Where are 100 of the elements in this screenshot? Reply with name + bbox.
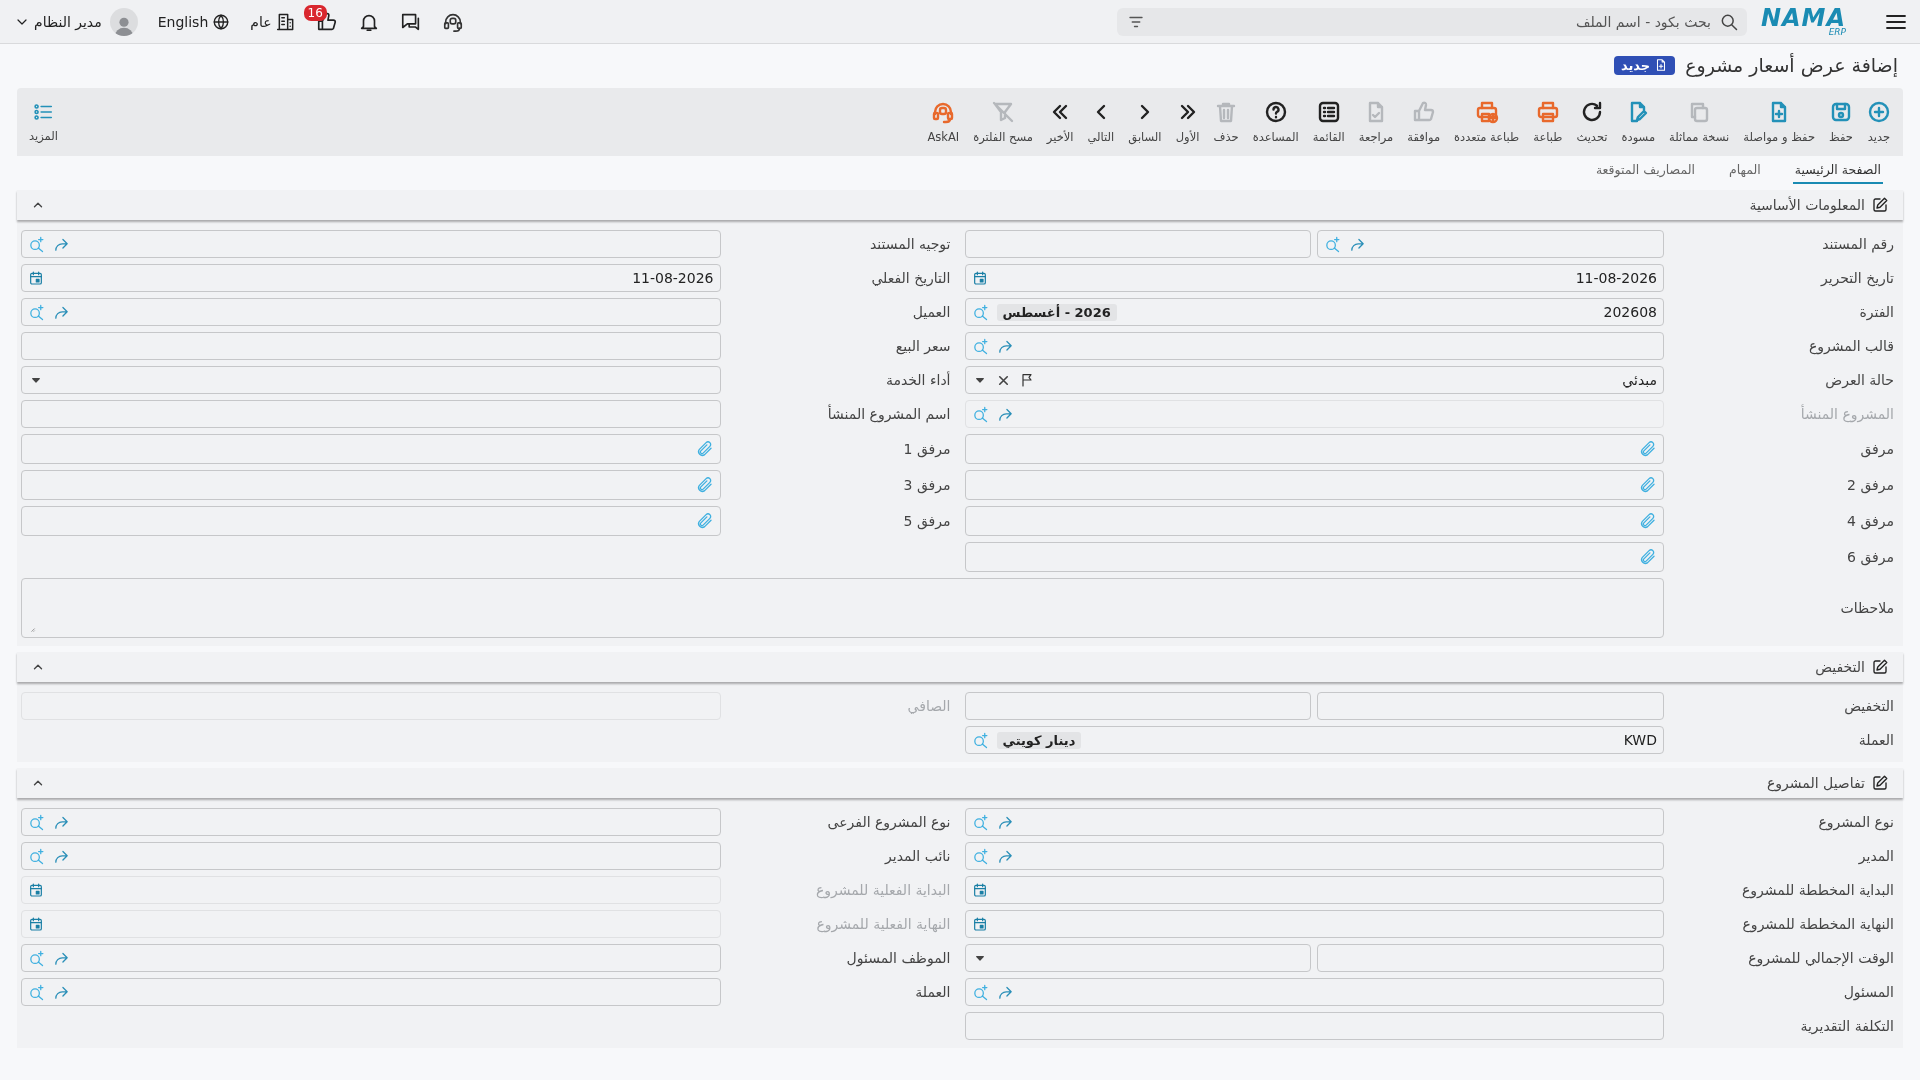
toolbar-button[interactable]: طباعة: [1527, 100, 1569, 144]
search-icon[interactable]: [28, 847, 45, 865]
calendar-icon[interactable]: [28, 270, 44, 286]
attachment-field[interactable]: [964, 506, 1664, 536]
lookup-field[interactable]: [21, 298, 721, 326]
search-icon[interactable]: [971, 731, 989, 749]
attachment-field[interactable]: [21, 470, 721, 500]
lookup-field[interactable]: [964, 808, 1664, 836]
input-field[interactable]: [21, 400, 721, 428]
date-field[interactable]: [21, 910, 721, 938]
input-field[interactable]: [1317, 692, 1664, 720]
paperclip-icon[interactable]: [1639, 548, 1657, 566]
calendar-icon[interactable]: [971, 916, 988, 932]
toolbar-button[interactable]: مسودة: [1615, 100, 1662, 144]
section-header[interactable]: التخفيض: [17, 652, 1903, 682]
search-icon[interactable]: [28, 949, 45, 967]
lookup-field[interactable]: [964, 332, 1664, 360]
toolbar-button[interactable]: التالي: [1081, 100, 1121, 144]
avatar[interactable]: [109, 7, 138, 36]
lookup-field[interactable]: [21, 230, 721, 258]
attachment-field[interactable]: [964, 470, 1664, 500]
attachment-field[interactable]: [21, 506, 721, 536]
tab[interactable]: المصاريف المتوقعة: [1593, 162, 1697, 184]
input-field[interactable]: [964, 692, 1312, 720]
calendar-icon[interactable]: [28, 882, 44, 898]
toolbar-button[interactable]: الأخير: [1040, 100, 1080, 144]
search-icon[interactable]: [28, 983, 45, 1001]
toolbar-button[interactable]: حفظ: [1823, 100, 1859, 144]
date-field[interactable]: 11-08-2026: [21, 264, 721, 292]
search-icon[interactable]: [28, 303, 45, 321]
notes-field[interactable]: [21, 578, 1664, 638]
dropdown-field[interactable]: [21, 366, 721, 394]
toolbar-button[interactable]: حفظ و مواصلة: [1737, 100, 1821, 144]
lookup-field[interactable]: [964, 400, 1664, 428]
input-field[interactable]: [964, 1012, 1664, 1040]
section-title: تفاصيل المشروع: [1767, 775, 1865, 791]
toolbar-button[interactable]: مسح الفلترة: [967, 100, 1039, 144]
toolbar-button[interactable]: المساعدة: [1246, 100, 1305, 144]
edit-icon: [1871, 658, 1889, 676]
paperclip-icon[interactable]: [695, 476, 714, 494]
input-field[interactable]: [1317, 944, 1664, 972]
search-icon[interactable]: [971, 813, 989, 831]
toolbar-button[interactable]: موافقة: [1401, 100, 1447, 144]
lookup-field[interactable]: [21, 944, 721, 972]
lookup-field[interactable]: [21, 978, 721, 1006]
tab[interactable]: المهام: [1726, 162, 1763, 184]
dropdown-field[interactable]: [964, 944, 1312, 972]
lookup-field[interactable]: [964, 978, 1664, 1006]
tab[interactable]: الصفحة الرئيسية: [1792, 162, 1883, 184]
search-icon[interactable]: [1324, 235, 1342, 253]
dropdown-field[interactable]: مبدئي: [964, 366, 1664, 394]
calendar-icon[interactable]: [971, 270, 988, 286]
date-field[interactable]: [964, 876, 1664, 904]
search-icon[interactable]: [971, 303, 989, 321]
field-label: مرفق 4: [1846, 513, 1895, 529]
lookup-field[interactable]: [21, 842, 721, 870]
paperclip-icon[interactable]: [1639, 512, 1657, 530]
language-button[interactable]: English: [157, 12, 231, 31]
toolbar-button[interactable]: طباعة متعددة: [1448, 100, 1526, 144]
toolbar-button[interactable]: الأول: [1169, 100, 1206, 144]
paperclip-icon[interactable]: [695, 440, 714, 458]
search-field[interactable]: بحث بكود - اسم الملف: [1116, 7, 1747, 36]
toolbar-button[interactable]: AskAI: [921, 100, 966, 144]
paperclip-icon[interactable]: [1639, 476, 1657, 494]
date-field[interactable]: [21, 876, 721, 904]
toolbar-button[interactable]: مراجعة: [1352, 100, 1400, 144]
search-icon[interactable]: [28, 235, 45, 253]
search-icon[interactable]: [28, 813, 45, 831]
date-field[interactable]: 11-08-2026: [964, 264, 1664, 292]
lookup-field[interactable]: [1317, 230, 1664, 258]
attachment-field[interactable]: [964, 542, 1664, 572]
toolbar-button[interactable]: حذف: [1207, 100, 1245, 144]
field-label: مرفق 5: [902, 513, 952, 529]
lookup-field[interactable]: [964, 842, 1664, 870]
paperclip-icon[interactable]: [1639, 440, 1657, 458]
calendar-icon[interactable]: [971, 882, 988, 898]
logo[interactable]: NAMA ERP: [1760, 6, 1846, 37]
search-icon[interactable]: [971, 337, 989, 355]
toolbar-button[interactable]: السابق: [1122, 100, 1168, 144]
attachment-field[interactable]: [964, 434, 1664, 464]
lookup-field[interactable]: [21, 808, 721, 836]
more-button[interactable]: المزيد: [23, 101, 64, 143]
section-header[interactable]: المعلومات الأساسية: [17, 190, 1903, 220]
input-field[interactable]: [21, 332, 721, 360]
page-title: إضافة عرض أسعار مشروع: [1685, 54, 1898, 76]
calendar-icon[interactable]: [28, 916, 44, 932]
paperclip-icon[interactable]: [695, 512, 714, 530]
toolbar-button[interactable]: تحديث: [1570, 100, 1614, 144]
toolbar-button[interactable]: القائمة: [1306, 100, 1351, 144]
toolbar-button[interactable]: جديد: [1861, 100, 1897, 144]
search-icon[interactable]: [971, 983, 989, 1001]
company-button[interactable]: عام: [250, 11, 296, 32]
input-field[interactable]: [964, 230, 1312, 258]
toolbar-button[interactable]: نسخة مماثلة: [1663, 100, 1736, 144]
search-icon[interactable]: [971, 847, 989, 865]
search-icon[interactable]: [971, 405, 989, 423]
user-menu[interactable]: مدير النظام: [14, 13, 102, 30]
section-header[interactable]: تفاصيل المشروع: [17, 768, 1903, 798]
attachment-field[interactable]: [21, 434, 721, 464]
date-field[interactable]: [964, 910, 1664, 938]
